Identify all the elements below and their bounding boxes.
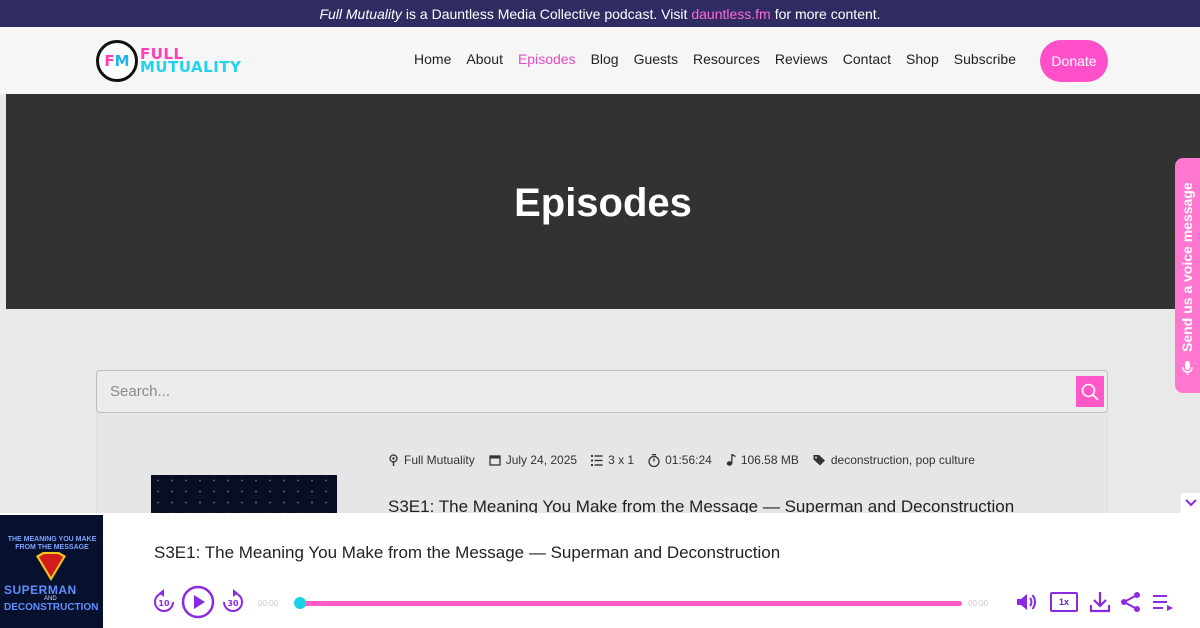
list-icon	[591, 454, 603, 466]
volume-icon	[1017, 594, 1036, 610]
calendar-icon	[489, 455, 501, 466]
nav-resources[interactable]: Resources	[693, 51, 760, 67]
playlist-icon	[1153, 595, 1173, 611]
nav-episodes[interactable]: Episodes	[518, 51, 576, 67]
playlist-button[interactable]	[1152, 593, 1174, 618]
time-total: 00:00	[968, 599, 989, 608]
announcement-bar: Full Mutuality is a Dauntless Media Coll…	[0, 0, 1200, 27]
rewind-icon: 10	[154, 589, 174, 612]
nav-guests[interactable]: Guests	[634, 51, 678, 67]
microphone-icon	[1182, 361, 1193, 375]
podcast-icon	[389, 454, 398, 466]
search-input[interactable]	[97, 371, 1057, 412]
main-nav: Home About Episodes Blog Guests Resource…	[399, 51, 1016, 67]
stopwatch-icon	[648, 453, 660, 467]
search-icon	[1081, 383, 1099, 401]
voice-message-label: Send us a voice message	[1179, 182, 1195, 352]
rewind-seconds: 10	[158, 599, 170, 608]
forward-button[interactable]: 30	[221, 589, 245, 620]
page-hero: Episodes	[6, 94, 1200, 309]
logo-wordmark: FULL MUTUALITY	[140, 45, 242, 76]
dauntless-link[interactable]: dauntless.fm	[691, 6, 770, 22]
progress-handle[interactable]	[294, 597, 306, 609]
player-collapse-button[interactable]	[1181, 493, 1200, 513]
meta-date: July 24, 2025	[489, 453, 577, 467]
forward-seconds: 30	[227, 599, 239, 608]
music-note-icon	[726, 454, 736, 466]
site-header: FM FULL MUTUALITY Home About Episodes Bl…	[0, 27, 1200, 94]
audio-player: THE MEANING YOU MAKE FROM THE MESSAGE SU…	[0, 513, 1200, 628]
announcement-text: is a Dauntless Media Collective podcast.…	[405, 5, 688, 22]
play-button[interactable]	[181, 585, 215, 624]
tag-icon	[813, 455, 825, 466]
forward-icon: 30	[223, 589, 243, 612]
donate-button[interactable]: Donate	[1040, 40, 1108, 82]
meta-duration: 01:56:24	[648, 453, 712, 467]
share-button[interactable]	[1120, 591, 1142, 618]
meta-episode-number: 3 x 1	[591, 453, 634, 467]
nav-subscribe[interactable]: Subscribe	[954, 51, 1016, 67]
player-artwork: THE MEANING YOU MAKE FROM THE MESSAGE SU…	[0, 515, 103, 628]
episode-search	[96, 370, 1108, 413]
nav-home[interactable]: Home	[414, 51, 451, 67]
play-icon	[181, 585, 215, 619]
time-elapsed: 00:00	[258, 599, 279, 608]
site-logo[interactable]: FM FULL MUTUALITY	[96, 37, 266, 85]
announcement-suffix: for more content.	[774, 5, 881, 22]
nav-shop[interactable]: Shop	[906, 51, 939, 67]
search-button[interactable]	[1076, 376, 1104, 407]
progress-track[interactable]	[299, 601, 962, 606]
nav-blog[interactable]: Blog	[591, 51, 619, 67]
rewind-button[interactable]: 10	[152, 589, 176, 620]
download-icon	[1089, 592, 1111, 613]
announcement-podcast-name: Full Mutuality	[319, 5, 402, 22]
nav-contact[interactable]: Contact	[843, 51, 891, 67]
share-icon	[1121, 592, 1140, 612]
chevron-down-icon	[1184, 499, 1197, 507]
volume-button[interactable]	[1016, 592, 1038, 617]
superman-shield-icon	[36, 552, 66, 581]
meta-size: 106.58 MB	[726, 453, 799, 467]
episode-meta: Full Mutuality July 24, 2025 3 x 1 01:56…	[388, 453, 989, 467]
playback-speed-button[interactable]: 1x	[1050, 592, 1078, 612]
download-button[interactable]	[1089, 591, 1111, 618]
nav-about[interactable]: About	[466, 51, 503, 67]
voice-message-tab[interactable]: Send us a voice message	[1175, 158, 1200, 393]
logo-mark: FM	[96, 40, 138, 82]
meta-show: Full Mutuality	[388, 453, 475, 467]
player-title: S3E1: The Meaning You Make from the Mess…	[154, 543, 781, 562]
meta-tags: deconstruction, pop culture	[813, 453, 975, 467]
nav-reviews[interactable]: Reviews	[775, 51, 828, 67]
page-title: Episodes	[514, 181, 692, 225]
